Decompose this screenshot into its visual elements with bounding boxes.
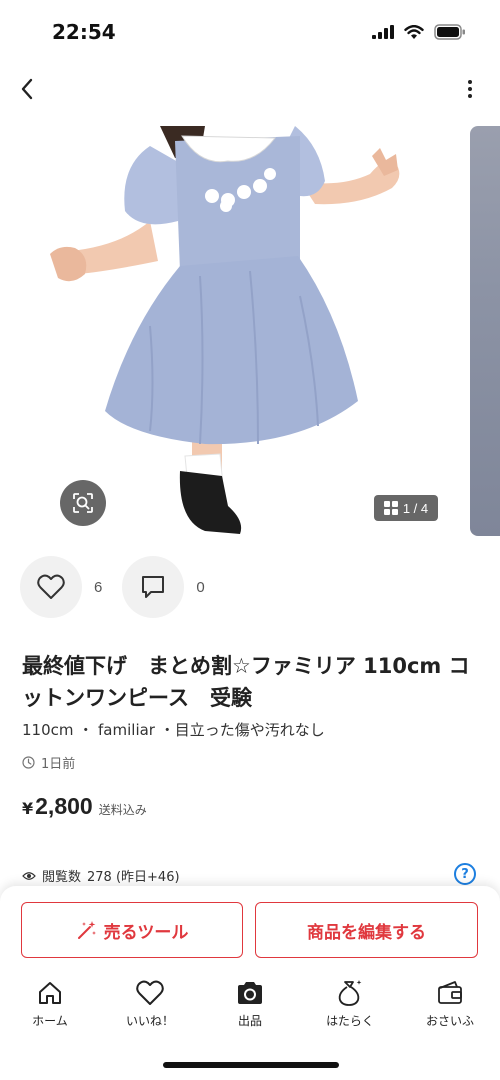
item-title: 最終値下げ まとめ割☆ファミリア 110cm コットンワンピース 受験 (22, 654, 470, 710)
posted-time: 1日前 (22, 753, 75, 772)
sell-tool-button[interactable]: 売るツール (21, 902, 243, 958)
home-icon (39, 982, 61, 1004)
dress-illustration (50, 126, 400, 534)
product-photo[interactable] (0, 126, 460, 536)
photo-page-indicator[interactable]: 1 / 4 (374, 495, 438, 521)
tab-sell[interactable]: 出品 (200, 978, 300, 1034)
comment-count: 0 (196, 578, 205, 596)
tab-label: はたらく (326, 1014, 374, 1028)
money-bag-icon (338, 980, 362, 1006)
status-bar: 22:54 (0, 0, 500, 62)
tab-likes[interactable]: いいね！ (100, 978, 200, 1034)
signal-icon (372, 25, 394, 39)
photo-gallery[interactable]: 1 / 4 (0, 126, 500, 536)
camera-icon (238, 982, 262, 1004)
more-dot (468, 87, 472, 91)
edit-item-button[interactable]: 商品を編集する (255, 902, 478, 958)
views-label: 閲覧数 (42, 870, 82, 885)
nav-bar (0, 66, 500, 112)
tab-work[interactable]: はたらく (300, 978, 400, 1034)
posted-time-text: 1日前 (41, 757, 76, 772)
more-options-button[interactable] (462, 74, 478, 104)
help-button[interactable]: ? (454, 863, 476, 885)
heart-icon (37, 574, 65, 599)
image-search-button[interactable] (60, 480, 106, 526)
tab-wallet[interactable]: おさいふ (400, 978, 500, 1034)
status-time: 22:54 (52, 20, 116, 44)
tab-label: 出品 (237, 1014, 262, 1028)
back-button[interactable] (12, 72, 42, 106)
chevron-left-icon (21, 78, 33, 100)
price-currency: ¥ (22, 799, 34, 818)
eye-icon (22, 871, 36, 880)
home-indicator (163, 1062, 339, 1068)
item-details: 110cm ・ familiar ・目立った傷や汚れなし (22, 721, 325, 739)
battery-icon (434, 24, 465, 40)
tab-label: ホーム (32, 1014, 68, 1028)
more-dot (468, 94, 472, 98)
tab-label: いいね！ (125, 1014, 174, 1028)
magic-wand-icon (77, 921, 96, 939)
sell-tool-label: 売るツール (103, 922, 189, 943)
like-button[interactable] (20, 556, 82, 618)
views-value: 278 (昨日+46) (87, 870, 180, 885)
status-icons (372, 24, 466, 40)
wifi-icon (404, 24, 424, 39)
comment-icon (142, 576, 165, 598)
page-indicator-text: 1 / 4 (402, 500, 429, 516)
comment-button[interactable] (122, 556, 185, 618)
tab-home[interactable]: ホーム (0, 978, 100, 1034)
tab-label: おさいふ (425, 1014, 474, 1028)
next-photo-preview[interactable] (470, 126, 500, 536)
edit-item-label: 商品を編集する (307, 922, 426, 943)
price: ¥ 2,800 送料込み (22, 793, 147, 820)
view-count: 閲覧数 278 (昨日+46) (22, 866, 180, 885)
clock-icon (22, 756, 35, 769)
grid-icon (383, 501, 398, 515)
wallet-icon (438, 981, 462, 1004)
reactions-row: 6 0 (20, 556, 225, 618)
more-dot (468, 80, 472, 84)
like-count: 6 (94, 578, 103, 596)
bottom-panel: 売るツール 商品を編集する ホーム いいね！ 出品 はたらく おさいふ (0, 886, 500, 1080)
shipping-note: 送料込み (98, 803, 147, 817)
price-value: 2,800 (35, 793, 93, 819)
heart-icon (136, 980, 164, 1005)
lens-search-icon (73, 493, 93, 513)
tab-bar: ホーム いいね！ 出品 はたらく おさいふ (0, 978, 500, 1034)
